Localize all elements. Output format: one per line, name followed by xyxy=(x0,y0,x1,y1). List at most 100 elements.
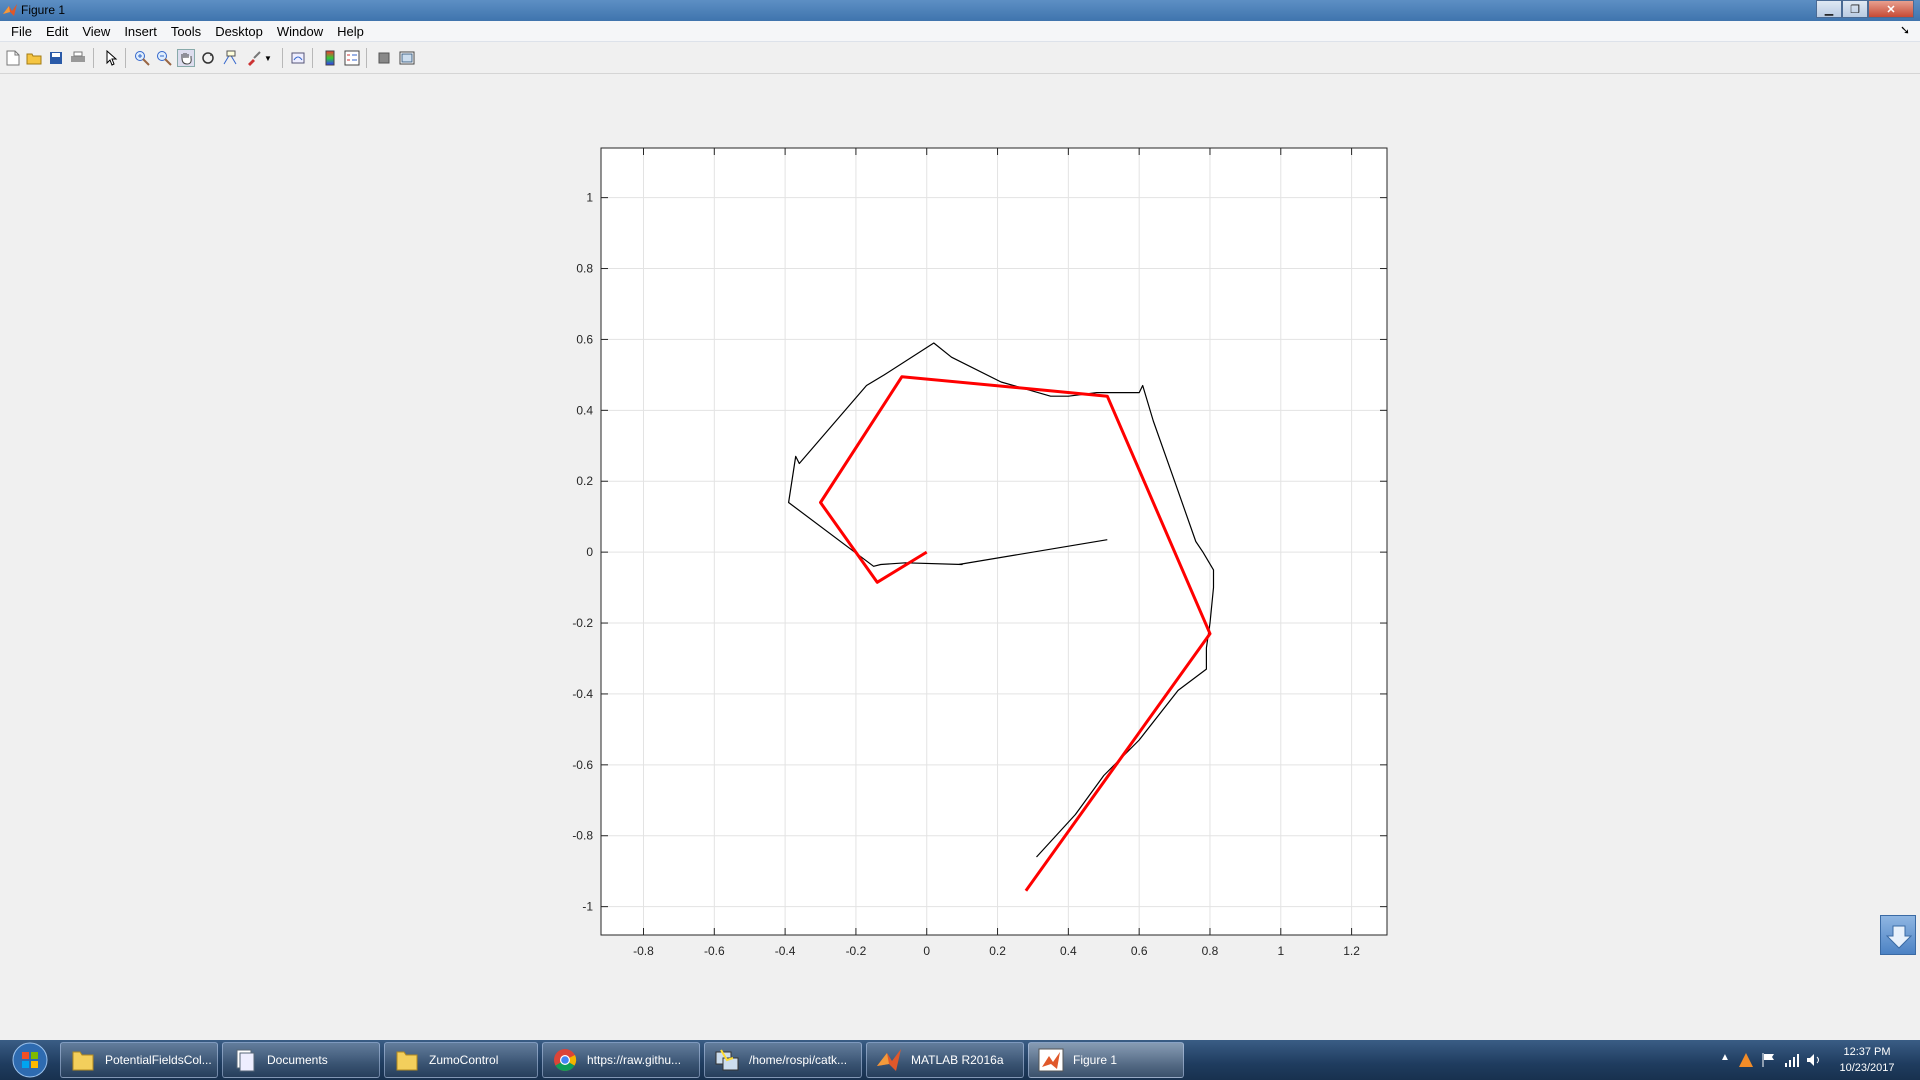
toolbar-separator xyxy=(125,48,126,68)
show-hidden-icons-icon[interactable]: ▲ xyxy=(1720,1052,1730,1063)
y-tick-label: -0.2 xyxy=(572,616,593,630)
taskbar: PotentialFieldsCol... Documents ZumoCont… xyxy=(0,1040,1920,1080)
close-icon: ✕ xyxy=(1886,3,1896,16)
open-icon xyxy=(26,53,42,65)
hide-plot-tools-icon xyxy=(378,52,390,64)
y-tick-label: 1 xyxy=(586,191,593,205)
action-center-flag-icon[interactable] xyxy=(1761,1051,1777,1069)
menu-tools[interactable]: Tools xyxy=(164,24,208,39)
toolbar-separator xyxy=(93,48,94,68)
print-button[interactable] xyxy=(69,49,87,67)
y-tick-label: -0.8 xyxy=(572,829,593,843)
taskbar-item-label: Figure 1 xyxy=(1073,1053,1118,1067)
taskbar-item-potentialfields[interactable]: PotentialFieldsCol... xyxy=(60,1042,218,1078)
clock-time[interactable]: 12:37 PM xyxy=(1827,1046,1907,1058)
menu-window[interactable]: Window xyxy=(270,24,330,39)
taskbar-item-label: ZumoControl xyxy=(429,1053,499,1067)
brush-icon xyxy=(248,51,261,66)
x-tick-labels: -0.8 -0.6 -0.4 -0.2 0 0.2 0.4 0.6 0.8 1 1.2 xyxy=(633,944,1360,958)
plot-axes[interactable]: -0.8 -0.6 -0.4 -0.2 0 0.2 0.4 0.6 0.8 1 1.2 -1 -0.8… xyxy=(0,74,1920,1014)
data-cursor-icon xyxy=(223,50,237,65)
x-tick-label: 0.4 xyxy=(1060,944,1077,958)
print-icon xyxy=(71,51,85,62)
show-plot-tools-icon xyxy=(399,51,415,65)
menu-view[interactable]: View xyxy=(75,24,117,39)
menu-file[interactable]: File xyxy=(4,24,39,39)
x-tick-label: 1 xyxy=(1277,944,1284,958)
zoom-out-button[interactable] xyxy=(155,49,173,67)
brush-button[interactable] xyxy=(245,49,263,67)
new-figure-button[interactable] xyxy=(4,49,22,67)
x-tick-label: 0.8 xyxy=(1202,944,1219,958)
taskbar-item-chrome[interactable]: https://raw.githu... xyxy=(542,1042,700,1078)
x-tick-label: -0.6 xyxy=(704,944,725,958)
axes-background xyxy=(601,148,1387,935)
x-tick-label: 0.6 xyxy=(1131,944,1148,958)
system-tray: ▲ 12:37 PM 10/23/2017 xyxy=(1715,1040,1920,1080)
maximize-button[interactable]: ❐ xyxy=(1842,0,1868,18)
matlab-figure-icon xyxy=(1038,1048,1064,1072)
taskbar-item-documents[interactable]: Documents xyxy=(222,1042,380,1078)
y-tick-label: -0.6 xyxy=(572,758,593,772)
window-title: Figure 1 xyxy=(21,3,66,17)
data-cursor-button[interactable] xyxy=(221,49,239,67)
taskbar-item-matlab[interactable]: MATLAB R2016a xyxy=(866,1042,1024,1078)
taskbar-item-zumocontrol[interactable]: ZumoControl xyxy=(384,1042,538,1078)
zoom-in-button[interactable] xyxy=(133,49,151,67)
putty-icon xyxy=(715,1049,739,1071)
rotate-3d-button[interactable] xyxy=(199,49,217,67)
documents-icon xyxy=(236,1049,255,1072)
taskbar-item-label: /home/rospi/catk... xyxy=(749,1053,848,1067)
minimize-button[interactable]: ▁ xyxy=(1816,0,1842,18)
x-tick-label: -0.2 xyxy=(846,944,867,958)
show-plot-tools-button[interactable] xyxy=(398,49,416,67)
menu-desktop[interactable]: Desktop xyxy=(208,24,270,39)
restore-icon: ❐ xyxy=(1850,3,1860,16)
clock-date[interactable]: 10/23/2017 xyxy=(1827,1062,1907,1074)
y-tick-label: 0.8 xyxy=(576,262,593,276)
y-tick-label: -0.4 xyxy=(572,687,593,701)
colorbar-button[interactable] xyxy=(321,49,339,67)
link-plot-icon xyxy=(291,52,305,64)
y-tick-labels: -1 -0.8 -0.6 -0.4 -0.2 0 0.2 0.4 0.6 0.8 1 xyxy=(572,191,593,914)
pan-button[interactable] xyxy=(177,49,195,67)
tray-app-icon[interactable] xyxy=(1737,1051,1755,1069)
legend-icon xyxy=(344,50,360,66)
y-tick-label: 0.6 xyxy=(576,332,593,346)
taskbar-item-figure1[interactable]: Figure 1 xyxy=(1028,1042,1184,1078)
rotate-3d-icon xyxy=(202,52,214,64)
select-arrow-icon xyxy=(106,50,118,66)
x-tick-label: 1.2 xyxy=(1343,944,1360,958)
save-button[interactable] xyxy=(47,49,65,67)
toolbar-separator xyxy=(366,48,367,68)
network-icon[interactable] xyxy=(1783,1051,1801,1069)
legend-button[interactable] xyxy=(343,49,361,67)
pan-hand-icon xyxy=(181,53,192,65)
open-button[interactable] xyxy=(25,49,43,67)
save-icon xyxy=(50,52,62,64)
close-button[interactable]: ✕ xyxy=(1868,0,1914,18)
menu-help[interactable]: Help xyxy=(330,24,371,39)
menu-edit[interactable]: Edit xyxy=(39,24,75,39)
title-bar: Figure 1 ▁ ❐ ✕ xyxy=(0,0,1920,21)
menu-insert[interactable]: Insert xyxy=(117,24,164,39)
arrow-down-icon xyxy=(1885,925,1913,949)
matlab-icon xyxy=(877,1049,901,1071)
colorbar-icon xyxy=(325,50,335,66)
volume-icon[interactable] xyxy=(1805,1051,1823,1069)
minimize-icon: ▁ xyxy=(1824,3,1834,16)
x-tick-label: 0.2 xyxy=(989,944,1006,958)
hide-plot-tools-button[interactable] xyxy=(375,49,393,67)
x-tick-label: -0.8 xyxy=(633,944,654,958)
dock-figure-button[interactable] xyxy=(1880,915,1916,955)
matlab-icon xyxy=(3,4,17,16)
start-button[interactable] xyxy=(4,1041,52,1079)
taskbar-item-putty[interactable]: /home/rospi/catk... xyxy=(704,1042,862,1078)
window-controls: ▁ ❐ ✕ xyxy=(1816,0,1914,18)
y-tick-label: 0.2 xyxy=(576,474,593,488)
link-plot-button[interactable] xyxy=(289,49,307,67)
menu-dock-arrow-icon[interactable]: ➘ xyxy=(1900,23,1910,37)
brush-dropdown[interactable]: ▼ xyxy=(263,49,273,67)
select-button[interactable] xyxy=(103,49,121,67)
windows-start-icon xyxy=(12,1042,48,1078)
